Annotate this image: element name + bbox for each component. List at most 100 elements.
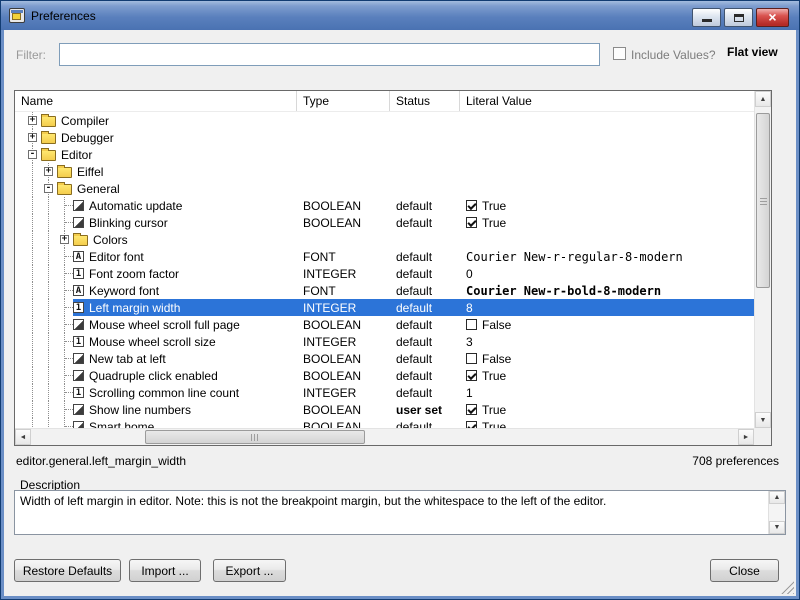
include-values-label[interactable]: Include Values? bbox=[631, 48, 716, 62]
column-header-type[interactable]: Type bbox=[297, 91, 390, 111]
value-text: Courier New-r-regular-8-modern bbox=[466, 250, 683, 264]
pref-name: New tab at left bbox=[89, 352, 166, 366]
value-checkbox[interactable] bbox=[466, 404, 477, 415]
tree-row[interactable]: Automatic updateBOOLEANdefaultTrue bbox=[15, 197, 754, 214]
tree-row[interactable]: +Colors bbox=[15, 231, 754, 248]
pref-name-cell: New tab at left bbox=[15, 350, 297, 367]
value-checkbox[interactable] bbox=[466, 200, 477, 211]
value-checkbox[interactable] bbox=[466, 370, 477, 381]
tree-guide bbox=[57, 265, 73, 282]
import-button[interactable]: Import ... bbox=[129, 559, 201, 582]
tree-row[interactable]: +Compiler bbox=[15, 112, 754, 129]
tree-row[interactable]: 1Font zoom factorINTEGERdefault0 bbox=[15, 265, 754, 282]
tree-gutter bbox=[15, 367, 73, 384]
font-icon: A bbox=[73, 285, 84, 296]
pref-name: Quadruple click enabled bbox=[89, 369, 218, 383]
tree-gutter bbox=[15, 333, 73, 350]
maximize-button[interactable] bbox=[724, 8, 753, 27]
tree-row[interactable]: - General bbox=[15, 180, 754, 197]
scroll-right-icon[interactable]: ► bbox=[738, 429, 754, 445]
tree-guide bbox=[57, 350, 73, 367]
expander-plus-icon[interactable]: + bbox=[25, 112, 41, 129]
tree-row[interactable]: Show line numbersBOOLEANuser setTrue bbox=[15, 401, 754, 418]
pref-name-cell: 1 Mouse wheel scroll size bbox=[15, 333, 297, 350]
vertical-scrollbar[interactable]: ▲ ▼ bbox=[754, 91, 771, 428]
pref-name: Show line numbers bbox=[89, 403, 191, 417]
close-window-button[interactable]: × bbox=[756, 8, 789, 27]
folder-icon bbox=[57, 184, 72, 195]
value-checkbox[interactable] bbox=[466, 319, 477, 330]
scroll-up-icon[interactable]: ▲ bbox=[755, 91, 771, 107]
pref-type: INTEGER bbox=[297, 265, 390, 282]
folder-icon bbox=[41, 150, 56, 161]
tree-row[interactable]: 1Scrolling common line countINTEGERdefau… bbox=[15, 384, 754, 401]
tree-row[interactable]: Quadruple click enabledBOOLEANdefaultTru… bbox=[15, 367, 754, 384]
pref-type: FONT bbox=[297, 282, 390, 299]
pref-status: default bbox=[390, 350, 460, 367]
tree-guide bbox=[41, 350, 57, 367]
pref-name: General bbox=[77, 182, 120, 196]
tree-row[interactable]: New tab at leftBOOLEANdefaultFalse bbox=[15, 350, 754, 367]
value-checkbox[interactable] bbox=[466, 353, 477, 364]
expander-minus-icon[interactable]: - bbox=[25, 146, 41, 163]
expander-plus-icon[interactable]: + bbox=[57, 231, 73, 248]
scroll-left-icon[interactable]: ◄ bbox=[15, 429, 31, 445]
tree-guide bbox=[57, 401, 73, 418]
tree-row[interactable]: Mouse wheel scroll full pageBOOLEANdefau… bbox=[15, 316, 754, 333]
tree-row[interactable]: +Debugger bbox=[15, 129, 754, 146]
tree-guide bbox=[41, 316, 57, 333]
int-icon: 1 bbox=[73, 336, 84, 347]
include-values-checkbox[interactable] bbox=[613, 47, 626, 60]
resize-grip[interactable] bbox=[781, 581, 794, 594]
pref-type: BOOLEAN bbox=[297, 197, 390, 214]
value-checkbox[interactable] bbox=[466, 217, 477, 228]
minimize-button[interactable] bbox=[692, 8, 721, 27]
scroll-down-icon[interactable]: ▼ bbox=[755, 412, 771, 428]
tree-row[interactable]: 1Mouse wheel scroll sizeINTEGERdefault3 bbox=[15, 333, 754, 350]
pref-status bbox=[390, 112, 460, 129]
column-header-name[interactable]: Name bbox=[15, 91, 297, 111]
int-icon: 1 bbox=[73, 387, 84, 398]
pref-value bbox=[460, 129, 754, 146]
pref-name: Mouse wheel scroll size bbox=[89, 335, 216, 349]
tree-row[interactable]: Smart homeBOOLEANdefaultTrue bbox=[15, 418, 754, 428]
scroll-down-icon[interactable]: ▼ bbox=[769, 521, 785, 534]
value-checkbox[interactable] bbox=[466, 421, 477, 428]
tree-row[interactable]: Blinking cursorBOOLEANdefaultTrue bbox=[15, 214, 754, 231]
tree-guide bbox=[41, 265, 57, 282]
restore-defaults-button[interactable]: Restore Defaults bbox=[14, 559, 121, 582]
folder-icon bbox=[41, 116, 56, 127]
pref-status bbox=[390, 231, 460, 248]
description-text: Width of left margin in editor. Note: th… bbox=[20, 494, 765, 509]
tree-guide bbox=[57, 299, 73, 316]
tree-guide bbox=[25, 350, 41, 367]
tree-row[interactable]: +Eiffel bbox=[15, 163, 754, 180]
column-header-literal-value[interactable]: Literal Value bbox=[460, 91, 754, 111]
tree-row[interactable]: 1Left margin widthINTEGERdefault8 bbox=[15, 299, 754, 316]
description-scrollbar[interactable]: ▲ ▼ bbox=[768, 491, 785, 534]
pref-type bbox=[297, 129, 390, 146]
pref-value: Courier New-r-bold-8-modern bbox=[460, 282, 754, 299]
vertical-scroll-thumb[interactable] bbox=[756, 113, 770, 288]
expander-plus-icon[interactable]: + bbox=[41, 163, 57, 180]
expander-plus-icon[interactable]: + bbox=[25, 129, 41, 146]
filter-input[interactable] bbox=[59, 43, 600, 66]
horizontal-scroll-thumb[interactable] bbox=[145, 430, 365, 444]
folder-icon bbox=[73, 235, 88, 246]
tree-row[interactable]: -Editor bbox=[15, 146, 754, 163]
pref-type: INTEGER bbox=[297, 333, 390, 350]
horizontal-scrollbar[interactable]: ◄ ► bbox=[15, 428, 754, 445]
title-bar[interactable]: Preferences × bbox=[1, 1, 799, 30]
pref-status bbox=[390, 146, 460, 163]
column-header-status[interactable]: Status bbox=[390, 91, 460, 111]
pref-status bbox=[390, 163, 460, 180]
export-button[interactable]: Export ... bbox=[213, 559, 286, 582]
tree-row[interactable]: AKeyword fontFONTdefaultCourier New-r-bo… bbox=[15, 282, 754, 299]
expander-minus-icon[interactable]: - bbox=[41, 180, 57, 197]
pref-status: default bbox=[390, 333, 460, 350]
bool-icon bbox=[73, 200, 84, 211]
tree-row[interactable]: AEditor fontFONTdefaultCourier New-r-reg… bbox=[15, 248, 754, 265]
scroll-up-icon[interactable]: ▲ bbox=[769, 491, 785, 504]
flat-view-button[interactable]: Flat view bbox=[721, 44, 784, 60]
close-button[interactable]: Close bbox=[710, 559, 779, 582]
